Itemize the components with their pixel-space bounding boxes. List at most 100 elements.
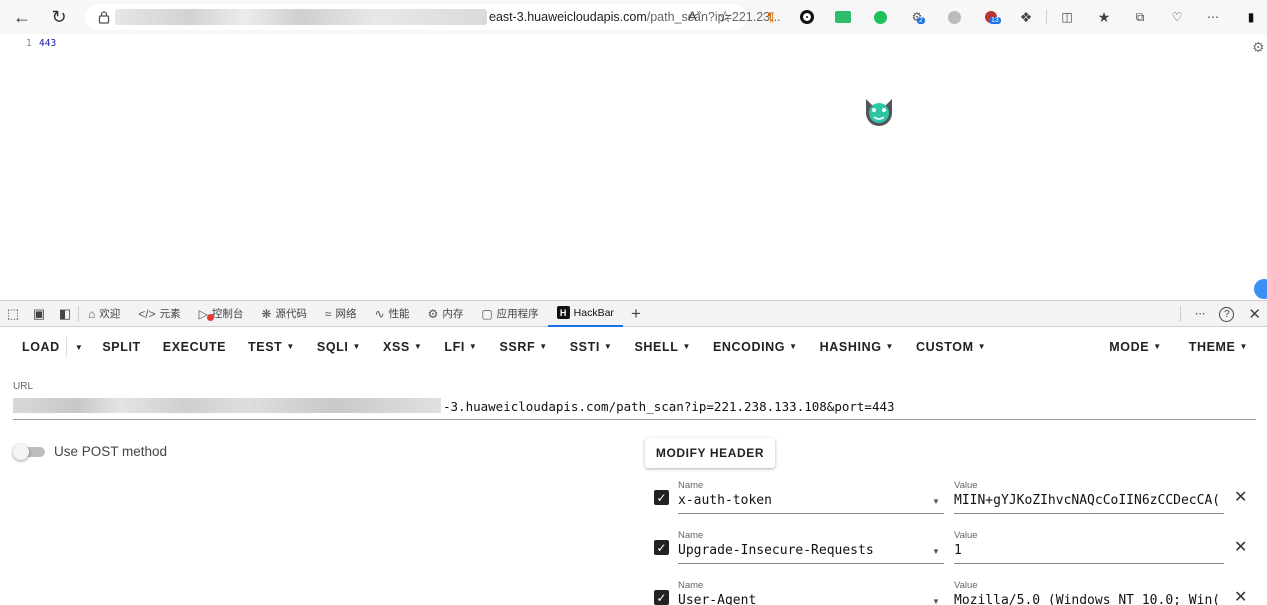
bug-icon: ❋ — [261, 306, 272, 321]
tab-memory[interactable]: ⚙ 内存 — [419, 301, 473, 327]
hackbar-menu-right: MODE ▼ THEME ▼ — [1098, 328, 1259, 366]
browser-toolbar: ← ↻ east-3.huaweicloudapis.com/path_scan… — [0, 0, 1267, 34]
close-icon[interactable]: ✕ — [1248, 305, 1261, 323]
post-method-toggle[interactable] — [13, 444, 45, 460]
console-icon: ▷ — [199, 307, 214, 321]
encoding-menu[interactable]: ENCODING ▼ — [702, 340, 809, 354]
tab-network[interactable]: ≈ 网络 — [316, 301, 366, 327]
tab-welcome[interactable]: ⌂ 欢迎 — [79, 301, 129, 327]
inspect-element-icon[interactable]: ⬚ — [0, 301, 26, 327]
caret-down-icon[interactable]: ▼ — [932, 597, 940, 605]
shell-menu[interactable]: SHELL ▼ — [623, 340, 702, 354]
devtools-tab-bar: ⬚ ▣ ◧ ⌂ 欢迎 </> 元素 ▷ 控制台 ❋ 源代码 ≈ 网络 ∿ 性能 ⚙ 内存 ▢ 应… — [0, 300, 1267, 327]
address-bar[interactable]: east-3.huaweicloudapis.com/path_scan?ip=… — [85, 4, 781, 30]
caret-down-icon[interactable]: ▼ — [932, 497, 940, 506]
caret-down-icon: ▼ — [468, 342, 478, 351]
badge-extension-icon[interactable]: ⚙ 2 — [908, 8, 926, 26]
load-dropdown-button[interactable]: ▼ — [65, 337, 92, 357]
header-value-input[interactable]: MIIN+gYJKoZIhvcNAQcCoIIN6zCCDecCA( — [954, 492, 1224, 514]
browser-essentials-icon[interactable]: ♡ — [1168, 8, 1186, 26]
caret-down-icon: ▼ — [789, 342, 798, 351]
delete-header-icon[interactable]: ✕ — [1234, 537, 1247, 557]
gear-icon[interactable]: ⚙ — [1252, 39, 1265, 56]
ssti-menu[interactable]: SSTI ▼ — [559, 340, 624, 354]
caret-down-icon: ▼ — [885, 342, 895, 351]
tab-sources[interactable]: ❋ 源代码 — [252, 301, 316, 327]
split-screen-icon[interactable]: ◫ — [1058, 8, 1076, 26]
extension-badge: 2 — [917, 17, 925, 24]
header-enabled-checkbox[interactable]: ✓ — [654, 540, 669, 555]
tab-hackbar[interactable]: H HackBar — [547, 301, 623, 327]
code-extension-icon[interactable] — [834, 8, 852, 26]
tab-application[interactable]: ▢ 应用程序 — [472, 301, 547, 327]
ssrf-menu[interactable]: SSRF ▼ — [488, 340, 558, 354]
caret-down-icon: ▼ — [977, 342, 987, 351]
theme-menu[interactable]: THEME ▼ — [1173, 340, 1259, 354]
modify-header-button[interactable]: MODIFY HEADER — [645, 438, 775, 468]
header-value-input[interactable]: 1 — [954, 542, 1224, 564]
address-url-text: east-3.huaweicloudapis.com/path_scan?ip=… — [489, 10, 781, 24]
extension-badge: 13 — [989, 17, 1001, 24]
header-row: ✓ Name x-auth-token ▼ Value MIIN+gYJKoZI… — [652, 480, 1252, 524]
header-row: ✓ Name Upgrade-Insecure-Requests ▼ Value… — [652, 530, 1252, 574]
device-emulation-icon[interactable]: ▣ — [26, 301, 52, 327]
hackbar-logo-icon: H — [556, 306, 570, 319]
header-name-input[interactable]: User-Agent — [678, 592, 944, 605]
header-enabled-checkbox[interactable]: ✓ — [654, 590, 669, 605]
refresh-icon[interactable]: ↻ — [46, 4, 72, 30]
xss-menu[interactable]: XSS ▼ — [372, 340, 433, 354]
execute-button[interactable]: EXECUTE — [152, 340, 237, 354]
page-viewport: 1 443 ⚙ — [0, 34, 1267, 300]
circle-extension-icon[interactable] — [798, 8, 816, 26]
favorite-star-icon[interactable]: ☆ — [718, 7, 732, 27]
test-menu[interactable]: TEST ▼ — [237, 340, 306, 354]
search-extension-icon[interactable] — [871, 8, 889, 26]
header-name-input[interactable]: Upgrade-Insecure-Requests — [678, 542, 944, 564]
favorites-icon[interactable]: ★ — [1095, 8, 1113, 26]
memory-icon: ⚙ — [427, 306, 439, 321]
toggle-knob — [13, 444, 29, 460]
sidebar-assistant-icon[interactable] — [1254, 279, 1267, 299]
header-row: ✓ Name User-Agent ▼ Value Mozilla/5.0 (W… — [652, 580, 1252, 605]
header-name-label: Name — [678, 530, 704, 541]
more-menu-icon[interactable]: ⋯ — [1204, 8, 1222, 26]
split-button[interactable]: SPLIT — [91, 340, 151, 354]
user-extension-icon[interactable]: 13 — [982, 8, 1001, 26]
caret-down-icon[interactable]: ▼ — [932, 547, 940, 556]
hackbar-menu: LOAD ▼ SPLIT EXECUTE TEST ▼ SQLI ▼ XSS ▼ LF… — [0, 328, 1267, 366]
header-enabled-checkbox[interactable]: ✓ — [654, 490, 669, 505]
header-name-label: Name — [678, 580, 704, 591]
dock-panel-icon[interactable]: ◧ — [52, 301, 78, 327]
caret-down-icon: ▼ — [1239, 342, 1248, 351]
header-value-input[interactable]: Mozilla/5.0 (Windows NT 10.0; Win( — [954, 592, 1224, 605]
gray-extension-icon[interactable] — [945, 8, 963, 26]
puzzle-extensions-icon[interactable]: ❖ — [1017, 8, 1035, 26]
read-aloud-icon[interactable]: A» — [688, 8, 701, 23]
back-arrow-icon[interactable]: ← — [9, 4, 35, 30]
delete-header-icon[interactable]: ✕ — [1234, 487, 1247, 507]
collections-icon[interactable]: ⧉ — [1131, 8, 1149, 26]
header-name-label: Name — [678, 480, 704, 491]
caret-down-icon: ▼ — [603, 342, 613, 351]
add-tab-icon[interactable]: + — [623, 301, 649, 327]
lfi-menu[interactable]: LFI ▼ — [433, 340, 488, 354]
hashing-menu[interactable]: HASHING ▼ — [809, 340, 905, 354]
load-button[interactable]: LOAD — [0, 340, 66, 354]
post-method-label: Use POST method — [54, 444, 168, 459]
delete-header-icon[interactable]: ✕ — [1234, 587, 1247, 605]
sidebar-toggle-icon[interactable]: ▮ — [1242, 8, 1260, 26]
header-name-input[interactable]: x-auth-token — [678, 492, 944, 514]
code-icon: </> — [138, 306, 156, 321]
paragraph-extension-icon[interactable]: ¶ — [762, 8, 780, 26]
mode-menu[interactable]: MODE ▼ — [1098, 340, 1172, 354]
help-icon[interactable]: ? — [1219, 306, 1235, 322]
sqli-menu[interactable]: SQLI ▼ — [306, 340, 372, 354]
caret-down-icon: ▼ — [1153, 342, 1162, 351]
tab-elements[interactable]: </> 元素 — [129, 301, 189, 327]
caret-down-icon: ▼ — [682, 342, 691, 351]
tab-performance[interactable]: ∿ 性能 — [366, 301, 419, 327]
url-input[interactable]: -3.huaweicloudapis.com/path_scan?ip=221.… — [13, 398, 1256, 420]
custom-menu[interactable]: CUSTOM ▼ — [905, 340, 997, 354]
tab-console[interactable]: ▷ 控制台 — [190, 301, 253, 327]
more-options-icon[interactable]: ⋯ — [1195, 308, 1206, 320]
